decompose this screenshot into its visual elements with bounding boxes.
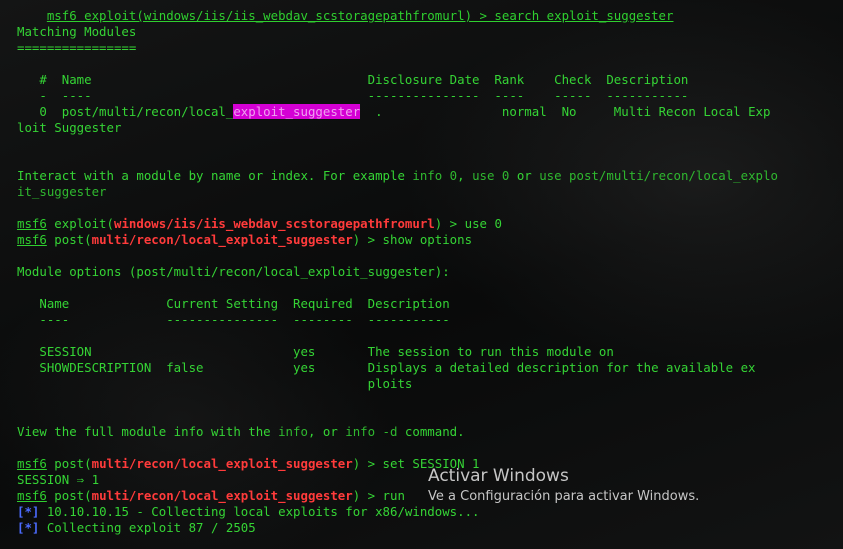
hint-command: use 0 — [472, 168, 510, 183]
option-row-wrap: ploits — [17, 376, 413, 391]
section-title: Matching Modules — [17, 24, 137, 39]
module-name: multi/recon/local_exploit_suggester — [91, 456, 353, 471]
watermark-subtitle: Ve a Configuración para activar Windows. — [428, 489, 700, 504]
prompt-text: ) > use 0 — [434, 216, 502, 231]
module-name: multi/recon/local_exploit_suggester — [91, 232, 353, 247]
options-header: Name Current Setting Required Descriptio… — [17, 296, 450, 311]
hint-text: command. — [397, 424, 465, 439]
command-line-search: msf6 exploit(windows/iis/iis_webdav_scst… — [17, 0, 833, 23]
row-rest: . normal No Multi Recon Local Exp — [360, 104, 771, 119]
command-line-run: msf6 post(multi/recon/local_exploit_sugg… — [17, 488, 833, 504]
view-info-hint: View the full module info with the info,… — [17, 424, 833, 440]
command-line-set: msf6 post(multi/recon/local_exploit_sugg… — [17, 456, 833, 472]
table-row-wrap: loit Suggester — [17, 120, 122, 135]
hint-text: , — [457, 168, 473, 183]
module-name: windows/iis/iis_webdav_scstoragepathfrom… — [113, 216, 435, 231]
module-options-title: Module options (post/multi/recon/local_e… — [17, 264, 450, 279]
activation-watermark: Activar Windows Ve a Configuración para … — [428, 466, 699, 506]
status-icon: [*] — [17, 504, 40, 519]
interact-hint: Interact with a module by name or index.… — [17, 168, 833, 184]
status-text: 10.10.10.15 - Collecting local exploits … — [39, 504, 480, 519]
interact-hint-wrap: it_suggester — [17, 184, 107, 199]
row-path: 0 post/multi/recon/local_ — [17, 104, 234, 119]
terminal-output[interactable]: msf6 exploit(windows/iis/iis_webdav_scst… — [17, 0, 833, 536]
table-header: # Name Disclosure Date Rank Check Descri… — [17, 72, 689, 87]
prompt-text: post( — [46, 232, 92, 247]
prompt-text: exploit( — [46, 216, 114, 231]
status-line: [*] Collecting exploit 87 / 2505 — [17, 520, 833, 536]
msf-prompt: msf6 — [17, 488, 47, 503]
msf-prompt: msf6 — [17, 216, 47, 231]
prompt-text: ) > run — [352, 488, 405, 503]
msf-prompt: msf6 — [17, 232, 47, 247]
module-name: multi/recon/local_exploit_suggester — [91, 488, 353, 503]
hint-command: use post/multi/recon/local_explo — [539, 168, 778, 183]
status-line: [*] 10.10.10.15 - Collecting local explo… — [17, 504, 833, 520]
hint-text: View the full module info with the — [17, 424, 279, 439]
options-separator: ---- --------------- -------- ----------… — [17, 312, 450, 327]
prompt-text: post( — [46, 488, 92, 503]
section-underline: ================ — [17, 40, 137, 55]
hint-text: Interact with a module by name or index.… — [17, 168, 413, 183]
hint-command: info 0 — [412, 168, 458, 183]
prompt-text: post( — [46, 456, 92, 471]
set-result: SESSION ⇒ 1 — [17, 472, 100, 487]
prompt-text: ) > show options — [352, 232, 473, 247]
msf-prompt: msf6 — [17, 456, 47, 471]
hint-command: info — [278, 424, 308, 439]
option-row-showdescription: SHOWDESCRIPTION false yes Displays a det… — [17, 360, 756, 375]
hint-text: , or — [307, 424, 346, 439]
table-separator: - ---- --------------- ---- ----- ------… — [17, 88, 689, 103]
table-row: 0 post/multi/recon/local_exploit_suggest… — [17, 104, 833, 120]
status-text: Collecting exploit 87 / 2505 — [39, 520, 256, 535]
watermark-title: Activar Windows — [428, 466, 569, 486]
option-row-session: SESSION yes The session to run this modu… — [17, 344, 614, 359]
prompt-line: msf6 exploit(windows/iis/iis_webdav_scst… — [46, 8, 674, 23]
search-highlight: exploit_suggester — [233, 104, 361, 119]
hint-command: info -d — [345, 424, 398, 439]
hint-text: or — [509, 168, 540, 183]
command-line-show: msf6 post(multi/recon/local_exploit_sugg… — [17, 232, 833, 248]
status-icon: [*] — [17, 520, 40, 535]
command-line-use: msf6 exploit(windows/iis/iis_webdav_scst… — [17, 216, 833, 232]
